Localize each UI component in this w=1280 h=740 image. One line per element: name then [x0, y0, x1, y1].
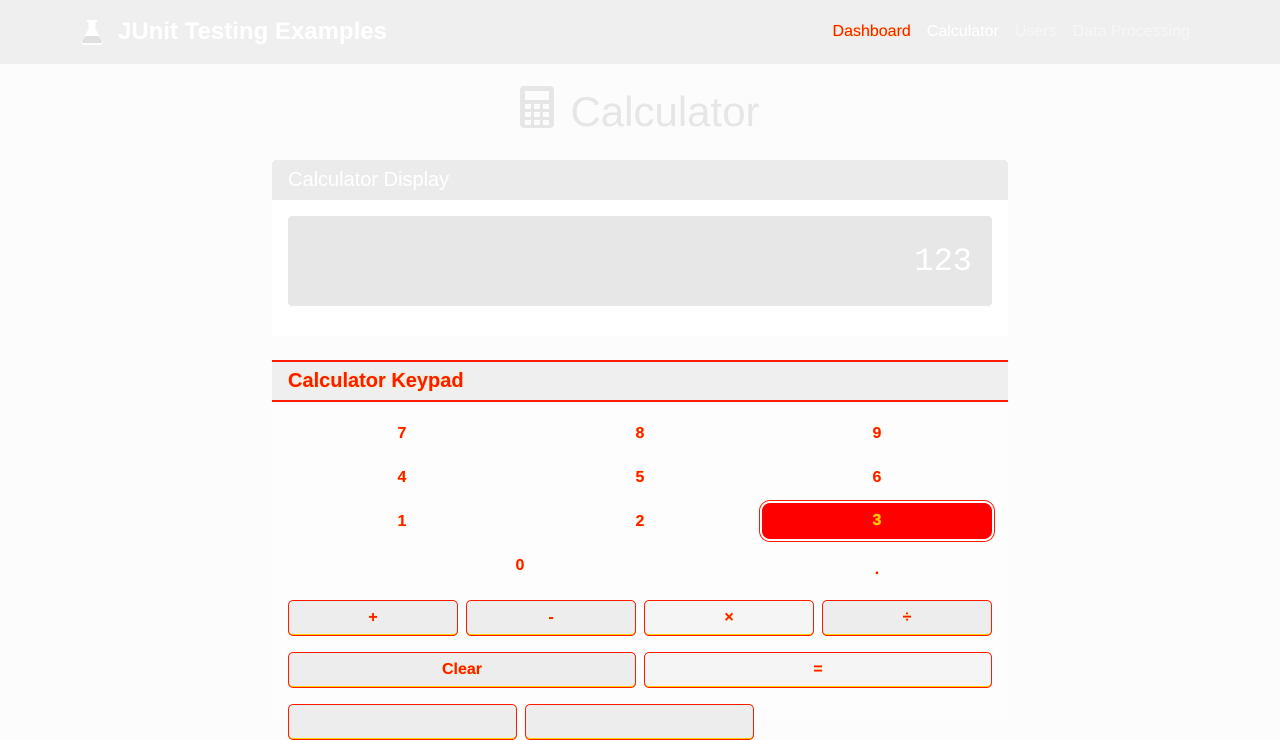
key-3[interactable]: 3 [762, 503, 992, 539]
calculator-display: 123 [288, 216, 992, 306]
key-subtract[interactable]: - [466, 600, 636, 636]
calculator-icon [520, 86, 555, 138]
calculator-keypad-card: Calculator Keypad 7 8 9 4 5 6 1 2 3 0 . … [272, 360, 1008, 740]
equals-button[interactable]: = [644, 652, 992, 688]
nav-link-dashboard[interactable]: Dashboard [833, 23, 911, 41]
key-1[interactable]: 1 [284, 502, 520, 542]
page-title-text: Calculator [570, 88, 760, 135]
key-5[interactable]: 5 [522, 458, 758, 498]
calculator-display-card: Calculator Display 123 [272, 160, 1008, 336]
navbar-brand[interactable]: JUnit Testing Examples [80, 14, 387, 50]
key-multiply[interactable]: × [644, 600, 814, 636]
page-title: Calculator [0, 86, 1280, 138]
key-decimal[interactable]: . [759, 550, 995, 590]
display-card-header: Calculator Display [272, 160, 1008, 200]
key-9[interactable]: 9 [759, 414, 995, 454]
nav-link-data-processing[interactable]: Data Processing [1073, 23, 1190, 41]
brand-title: JUnit Testing Examples [118, 18, 387, 45]
keypad-card-header: Calculator Keypad [272, 360, 1008, 402]
nav-link-calculator[interactable]: Calculator [927, 23, 999, 41]
nav-links: Dashboard Calculator Users Data Processi… [833, 20, 1190, 44]
key-6[interactable]: 6 [759, 458, 995, 498]
key-8[interactable]: 8 [522, 414, 758, 454]
nav-link-users[interactable]: Users [1015, 23, 1057, 41]
clear-button[interactable]: Clear [288, 652, 636, 688]
key-2[interactable]: 2 [522, 502, 758, 542]
extra-button-1[interactable] [288, 704, 517, 740]
key-4[interactable]: 4 [284, 458, 520, 498]
key-7[interactable]: 7 [284, 414, 520, 454]
extra-button-2[interactable] [525, 704, 754, 740]
flask-icon [80, 19, 104, 45]
key-add[interactable]: + [288, 600, 458, 636]
navbar: JUnit Testing Examples Dashboard Calcula… [0, 0, 1280, 64]
display-value: 123 [914, 242, 972, 280]
key-0[interactable]: 0 [402, 546, 638, 586]
key-divide[interactable]: ÷ [822, 600, 992, 636]
